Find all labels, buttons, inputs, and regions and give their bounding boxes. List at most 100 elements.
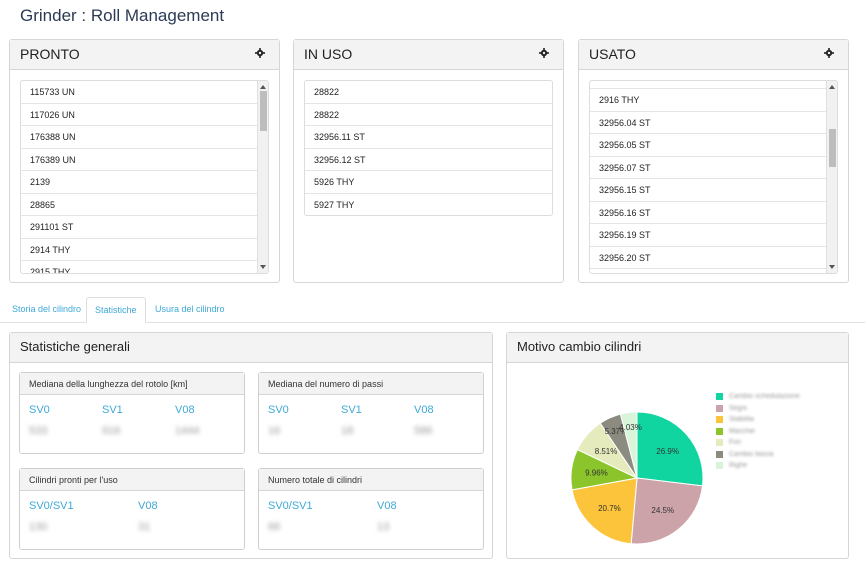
median-length-title: Mediana della lunghezza del rotolo [km] (20, 373, 244, 395)
legend-swatch (716, 462, 723, 469)
pie-data-label: 20.7% (598, 504, 621, 513)
legend-label: Stabilita (729, 416, 754, 423)
list-item[interactable]: 32956.07 ST (590, 157, 826, 179)
list-item[interactable]: 32956.20 ST (590, 247, 826, 269)
pronto-scrollbar[interactable] (257, 81, 268, 273)
tab-bar: Storia del cilindro Statistiche Usura de… (0, 297, 865, 323)
scroll-up-icon[interactable] (260, 85, 266, 89)
stat-label: V08 (138, 500, 158, 512)
list-item[interactable]: 5927 THY (305, 194, 552, 216)
stat-value: 533 (29, 425, 48, 437)
in-uso-title: IN USO (304, 46, 353, 62)
list-item[interactable]: 176389 UN (21, 149, 257, 171)
ready-rolls-title: Cilindri pronti per l'uso (20, 469, 244, 491)
chart-title: Motivo cambio cilindri (517, 339, 642, 354)
gear-icon[interactable] (824, 48, 834, 58)
scroll-thumb[interactable] (829, 129, 836, 167)
legend-swatch (716, 427, 723, 435)
legend-item[interactable]: Cambio schedulazione (716, 393, 800, 400)
stat-label: SV1 (341, 404, 362, 416)
list-item[interactable]: 32956.12 ST (305, 149, 552, 171)
median-passes-title: Mediana del numero di passi (259, 373, 483, 395)
stat-value: 1444 (175, 425, 200, 437)
total-rolls-card: Numero totale di cilindri SV0/SV1 V08 66… (258, 468, 484, 550)
list-item[interactable]: 32956.15 ST (590, 179, 826, 202)
legend-item[interactable]: Righe (716, 462, 747, 469)
stat-value: 66 (268, 521, 281, 533)
stat-label: SV0 (268, 404, 289, 416)
stat-label: SV0/SV1 (268, 500, 313, 512)
list-item[interactable]: 2915 THY (21, 261, 257, 273)
legend-item[interactable]: Fori (716, 439, 741, 446)
list-item[interactable]: 32956.05 ST (590, 134, 826, 157)
list-item[interactable]: 28822 (305, 104, 552, 126)
ready-rolls-card: Cilindri pronti per l'uso SV0/SV1 V08 13… (19, 468, 245, 550)
legend-item[interactable]: Segni (716, 404, 747, 412)
legend-item[interactable]: Cambio fascia (716, 450, 774, 458)
legend-swatch (716, 416, 723, 423)
median-passes-card: Mediana del numero di passi SV0 SV1 V08 … (258, 372, 484, 454)
list-item[interactable]: 32956.19 ST (590, 224, 826, 247)
stat-value: 586 (414, 425, 433, 437)
scroll-up-icon[interactable] (829, 85, 835, 89)
pronto-panel: PRONTO 115733 UN 117026 UN 176388 UN 176389… (9, 39, 280, 283)
usato-list[interactable]: 2916 THY 32956.04 ST 32956.05 ST 32956.07 S… (589, 80, 838, 274)
list-item[interactable]: 2139 (21, 171, 257, 194)
stat-value: 16 (268, 425, 281, 437)
chart-panel: Motivo cambio cilindri 26.9% 24.5% 20.7% 9.… (506, 332, 849, 559)
tab-storia[interactable]: Storia del cilindro (4, 297, 89, 321)
legend-label: Fori (729, 439, 742, 446)
stat-label: V08 (377, 500, 397, 512)
pie-data-label: 24.5% (651, 506, 674, 515)
stat-label: SV0 (29, 404, 50, 416)
legend-swatch (716, 404, 723, 412)
legend-label: Cambio fascia (729, 450, 774, 458)
usato-panel: USATO 2916 THY 32956.04 ST 32956.05 ST 3295… (578, 39, 849, 283)
usato-title: USATO (589, 46, 636, 62)
list-item[interactable]: 28822 (305, 81, 552, 104)
stat-label: V08 (414, 404, 434, 416)
scroll-down-icon[interactable] (260, 265, 266, 269)
stat-label: V08 (175, 404, 195, 416)
usato-header: USATO (579, 40, 848, 70)
median-length-card: Mediana della lunghezza del rotolo [km] … (19, 372, 245, 454)
list-item[interactable]: 32956.04 ST (590, 112, 826, 134)
chart-header: Motivo cambio cilindri (507, 333, 848, 363)
list-item[interactable]: 176388 UN (21, 126, 257, 149)
list-item[interactable]: 115733 UN (21, 81, 257, 104)
scroll-thumb[interactable] (260, 91, 267, 131)
stat-label: SV1 (102, 404, 123, 416)
pie-data-label: 8.51% (595, 447, 618, 456)
list-item[interactable]: 117026 UN (21, 104, 257, 126)
list-item[interactable]: 291101 ST (21, 216, 257, 239)
legend-item[interactable]: Macchie (716, 427, 756, 435)
in-uso-list[interactable]: 28822 28822 32956.11 ST 32956.12 ST 5926 THY… (304, 80, 553, 216)
tab-statistiche[interactable]: Statistiche (86, 297, 146, 323)
in-uso-panel: IN USO 28822 28822 32956.11 ST 32956.12 ST 5… (293, 39, 564, 283)
pie-data-label: 4.03% (619, 423, 642, 432)
list-item[interactable]: 28865 (21, 194, 257, 216)
list-item[interactable]: 32956.16 ST (590, 202, 826, 224)
usato-scrollbar[interactable] (826, 81, 837, 273)
stats-header: Statistiche generali (10, 333, 492, 363)
legend-label: Righe (729, 462, 748, 469)
list-item[interactable]: 32956.11 ST (305, 126, 552, 149)
pronto-list[interactable]: 115733 UN 117026 UN 176388 UN 176389 UN 2139… (20, 80, 269, 274)
legend-swatch (716, 439, 723, 446)
gear-icon[interactable] (539, 48, 549, 58)
stat-value: 13 (377, 521, 390, 533)
pie-data-label: 9.96% (585, 469, 608, 478)
legend-label: Segni (729, 404, 747, 412)
legend-label: Macchie (729, 427, 756, 435)
stat-value: 916 (102, 425, 121, 437)
gear-icon[interactable] (255, 48, 265, 58)
stat-label: SV0/SV1 (29, 500, 74, 512)
legend-swatch (716, 450, 723, 458)
tab-usura[interactable]: Usura del cilindro (147, 297, 233, 321)
list-item[interactable]: 2914 THY (21, 239, 257, 261)
list-item[interactable]: 2916 THY (590, 89, 826, 112)
stat-value: 18 (341, 425, 354, 437)
legend-item[interactable]: Stabilita (716, 416, 754, 423)
list-item[interactable]: 5926 THY (305, 171, 552, 194)
scroll-down-icon[interactable] (829, 265, 835, 269)
